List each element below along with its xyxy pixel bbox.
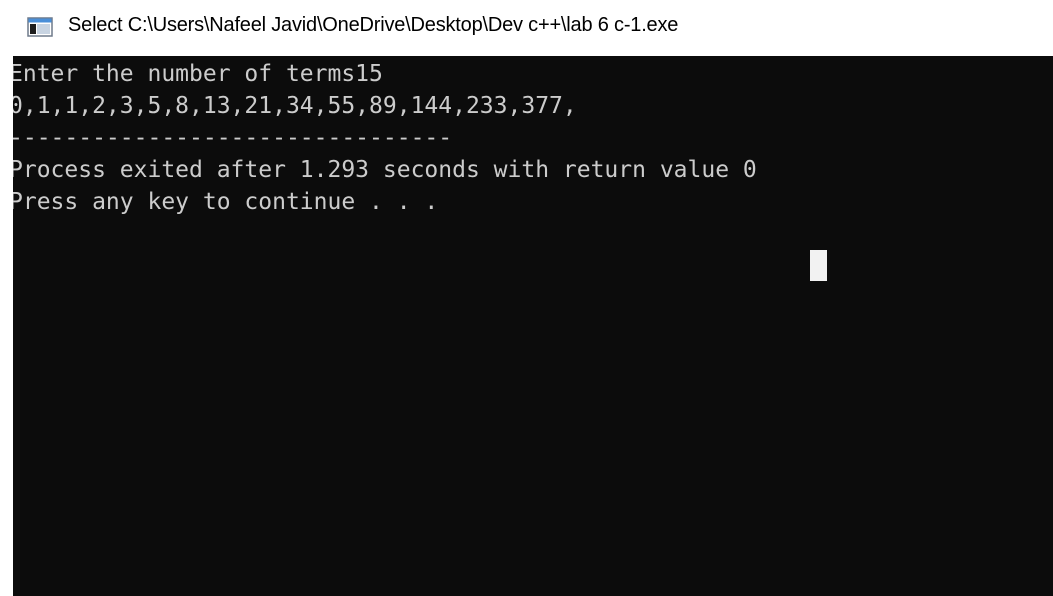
console-output-area[interactable]: Enter the number of terms15 0,1,1,2,3,5,… <box>13 56 1053 596</box>
console-line-prompt: Enter the number of terms15 <box>13 61 383 87</box>
console-line-separator: -------------------------------- <box>13 125 453 151</box>
console-line-process-exit: Process exited after 1.293 seconds with … <box>13 157 757 183</box>
console-app-icon[interactable] <box>27 17 55 37</box>
console-window: Select C:\Users\Nafeel Javid\OneDrive\De… <box>0 0 1053 596</box>
console-line-press-any-key: Press any key to continue . . . <box>13 189 439 215</box>
text-cursor <box>810 250 827 281</box>
title-bar[interactable]: Select C:\Users\Nafeel Javid\OneDrive\De… <box>0 0 1053 56</box>
window-title: Select C:\Users\Nafeel Javid\OneDrive\De… <box>68 14 679 36</box>
console-line-fibonacci-output: 0,1,1,2,3,5,8,13,21,34,55,89,144,233,377… <box>13 93 577 119</box>
